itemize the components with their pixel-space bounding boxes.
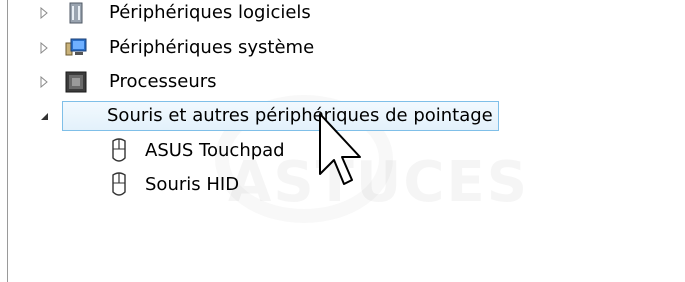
mouse-pointer-icon — [319, 113, 361, 185]
tree-item-label: Processeurs — [109, 71, 217, 92]
tree-item-label: Souris HID — [145, 174, 240, 195]
mouse-icon — [108, 171, 132, 196]
collapse-arrow-icon[interactable] — [38, 110, 50, 122]
mouse-icon — [108, 137, 132, 162]
tree-item-system-devices[interactable]: Périphériques système — [0, 31, 685, 65]
tree-item-label-selected: Souris et autres périphériques de pointa… — [62, 101, 499, 131]
expand-arrow-icon[interactable] — [38, 76, 50, 88]
processor-icon — [64, 70, 88, 94]
tree-item-label: ASUS Touchpad — [145, 140, 285, 161]
tree-item-label: Périphériques système — [109, 37, 315, 58]
system-devices-icon — [64, 36, 88, 60]
expand-arrow-icon[interactable] — [38, 7, 50, 19]
expand-arrow-icon[interactable] — [38, 42, 50, 54]
tree-item-processors[interactable]: Processeurs — [0, 65, 685, 99]
software-devices-icon — [64, 1, 88, 25]
device-manager-window: ASTUCES Périphériques logiciels Périphér… — [0, 0, 685, 282]
tree-item-software-devices[interactable]: Périphériques logiciels — [0, 0, 685, 30]
tree-item-label: Périphériques logiciels — [109, 2, 311, 23]
